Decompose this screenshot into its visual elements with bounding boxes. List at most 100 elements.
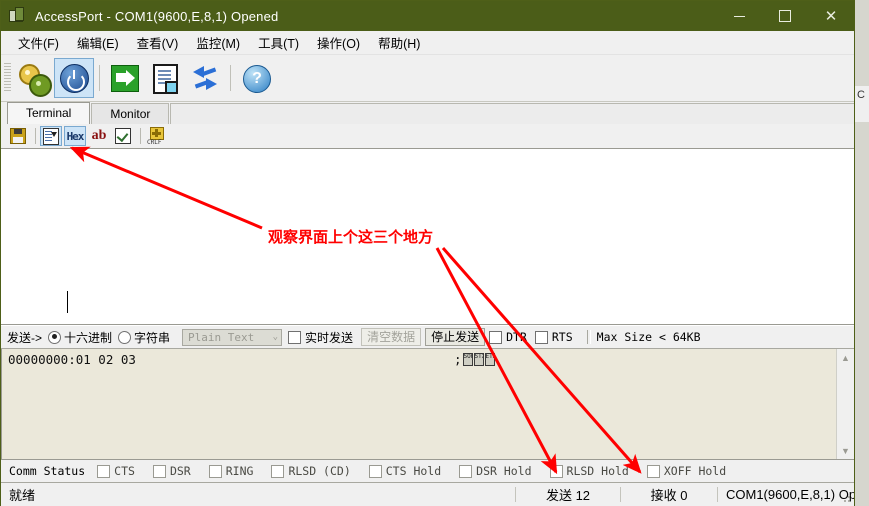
help-button[interactable]: ?: [236, 58, 276, 98]
status-port: COM1(9600,E,8,1) Ope: [726, 487, 854, 502]
refresh-swap-button[interactable]: [185, 58, 225, 98]
ascii-data-line: ; SOH STX ETX: [454, 352, 495, 367]
max-size-label: Max Size < 64KB: [596, 330, 701, 344]
chevron-down-icon: ⌄: [272, 332, 279, 342]
check-note-button[interactable]: [112, 126, 134, 146]
comm-dsr-box: [152, 464, 166, 478]
resize-grip[interactable]: [840, 492, 852, 504]
comm-xoff-hold-box: [646, 464, 660, 478]
comm-rlsd-hold-box: [549, 464, 563, 478]
radio-string-label: 字符串: [134, 330, 171, 345]
format-select[interactable]: Plain Text ⌄: [182, 328, 283, 346]
settings-gears-button[interactable]: [14, 58, 54, 98]
status-sent: 发送 12: [545, 488, 591, 503]
menu-bar: 文件(F) 编辑(E) 查看(V) 监控(M) 工具(T) 操作(O) 帮助(H…: [1, 31, 854, 55]
ascii-view-button[interactable]: ab: [88, 126, 110, 146]
tab-monitor[interactable]: Monitor: [91, 103, 170, 124]
sub-separator-2: [140, 128, 141, 144]
close-button[interactable]: ✕: [808, 1, 854, 31]
comm-ring[interactable]: RING: [208, 464, 254, 478]
hex-data-line: 00000000:01 02 03: [8, 352, 136, 367]
radio-hex-label: 十六进制: [64, 330, 113, 345]
rts-label: RTS: [551, 330, 573, 344]
power-open-port-button[interactable]: [54, 58, 94, 98]
accessport-window: AccessPort - COM1(9600,E,8,1) Opened ✕ 文…: [0, 0, 855, 506]
comm-rlsd-box: [271, 464, 285, 478]
comm-cts-hold[interactable]: CTS Hold: [368, 464, 442, 478]
document-icon: [149, 62, 181, 94]
ctrl-char-box-1: SOH: [462, 353, 473, 366]
main-toolbar: ?: [1, 55, 854, 102]
comm-cts-label: CTS: [114, 464, 135, 478]
comm-cts-box: [97, 464, 111, 478]
comm-xoff-hold[interactable]: XOFF Hold: [646, 464, 726, 478]
comm-ring-label: RING: [225, 464, 254, 478]
comm-dsr-hold[interactable]: DSR Hold: [459, 464, 532, 478]
ctrl-char-box-3: ETX: [484, 353, 495, 366]
send-button[interactable]: [105, 58, 145, 98]
comm-status-label: Comm Status: [9, 464, 86, 478]
window-controls: ✕: [716, 1, 854, 31]
comm-rlsd-hold[interactable]: RLSD Hold: [549, 464, 629, 478]
realtime-send-box: [288, 330, 302, 344]
hex-view-button[interactable]: Hex: [64, 126, 86, 146]
crlf-icon: CRLF: [147, 127, 165, 146]
comm-rlsd-hold-label: RLSD Hold: [566, 464, 629, 478]
radio-hex-dot: [48, 330, 62, 344]
menu-tools[interactable]: 工具(T): [249, 30, 308, 55]
rts-checkbox[interactable]: RTS: [534, 330, 573, 344]
document-button[interactable]: [145, 58, 185, 98]
send-options-bar: 发送-> 十六进制 字符串 Plain Text ⌄ 实时发送 清空数据 停止发…: [1, 325, 854, 349]
radio-string[interactable]: 字符串: [118, 329, 170, 346]
window-title: AccessPort - COM1(9600,E,8,1) Opened: [35, 8, 279, 24]
minimize-button[interactable]: [716, 1, 762, 31]
comm-dsr[interactable]: DSR: [152, 464, 191, 478]
toolbar-separator-2: [230, 65, 231, 91]
maximize-button[interactable]: [762, 1, 808, 31]
menu-help[interactable]: 帮助(H): [369, 30, 429, 55]
grid-download-button[interactable]: [40, 126, 62, 146]
data-pane-scrollbar[interactable]: ▲ ▼: [836, 349, 854, 459]
menu-monitor[interactable]: 监控(M): [187, 30, 249, 55]
text-caret: [67, 291, 68, 313]
refresh-swap-arrows-icon: [189, 62, 221, 94]
realtime-send-checkbox[interactable]: 实时发送: [288, 329, 353, 346]
ascii-view-icon: ab: [91, 128, 107, 143]
send-data-pane[interactable]: 00000000:01 02 03 ; SOH STX ETX ▲ ▼: [1, 349, 854, 460]
crlf-icon-label: CRLF: [147, 139, 162, 146]
toolbar-grip[interactable]: [4, 63, 11, 93]
menu-view[interactable]: 查看(V): [128, 30, 188, 55]
dtr-checkbox[interactable]: DTR: [489, 330, 527, 344]
menu-operate[interactable]: 操作(O): [308, 30, 369, 55]
comm-ring-box: [208, 464, 222, 478]
settings-gears-icon: [18, 62, 52, 97]
tab-terminal[interactable]: Terminal: [7, 102, 91, 124]
toolbar-separator-1: [99, 65, 100, 91]
clear-data-button[interactable]: 清空数据: [361, 328, 422, 346]
comm-rlsd[interactable]: RLSD (CD): [271, 464, 351, 478]
comm-status-bar: Comm Status CTS DSR RING RLSD (CD) CTS H…: [1, 460, 854, 483]
background-window[interactable]: C: [855, 0, 869, 506]
comm-dsr-label: DSR: [169, 464, 191, 478]
scroll-down-icon[interactable]: ▼: [837, 442, 854, 459]
crlf-button[interactable]: CRLF: [145, 126, 167, 146]
comm-cts[interactable]: CTS: [97, 464, 135, 478]
send-green-arrow-icon: [109, 62, 141, 94]
rts-box: [534, 330, 548, 344]
realtime-send-label: 实时发送: [305, 330, 354, 345]
tab-bar: Terminal Monitor: [1, 102, 854, 124]
menu-file[interactable]: 文件(F): [9, 30, 68, 55]
stop-send-button[interactable]: 停止发送: [425, 328, 486, 346]
format-select-value: Plain Text: [188, 330, 255, 344]
radio-hex[interactable]: 十六进制: [48, 329, 112, 346]
radio-string-dot: [118, 330, 132, 344]
scroll-up-icon[interactable]: ▲: [837, 349, 854, 366]
grid-download-icon: [43, 127, 59, 145]
menu-edit[interactable]: 编辑(E): [68, 30, 128, 55]
status-received: 接收 0: [650, 488, 688, 503]
send-label: 发送->: [7, 330, 43, 345]
save-button[interactable]: [7, 126, 29, 146]
ctrl-char-box-2: STX: [473, 353, 484, 366]
status-bar: 就绪 发送 12 接收 0 COM1(9600,E,8,1) Ope: [1, 483, 854, 506]
comm-cts-hold-label: CTS Hold: [385, 464, 442, 478]
